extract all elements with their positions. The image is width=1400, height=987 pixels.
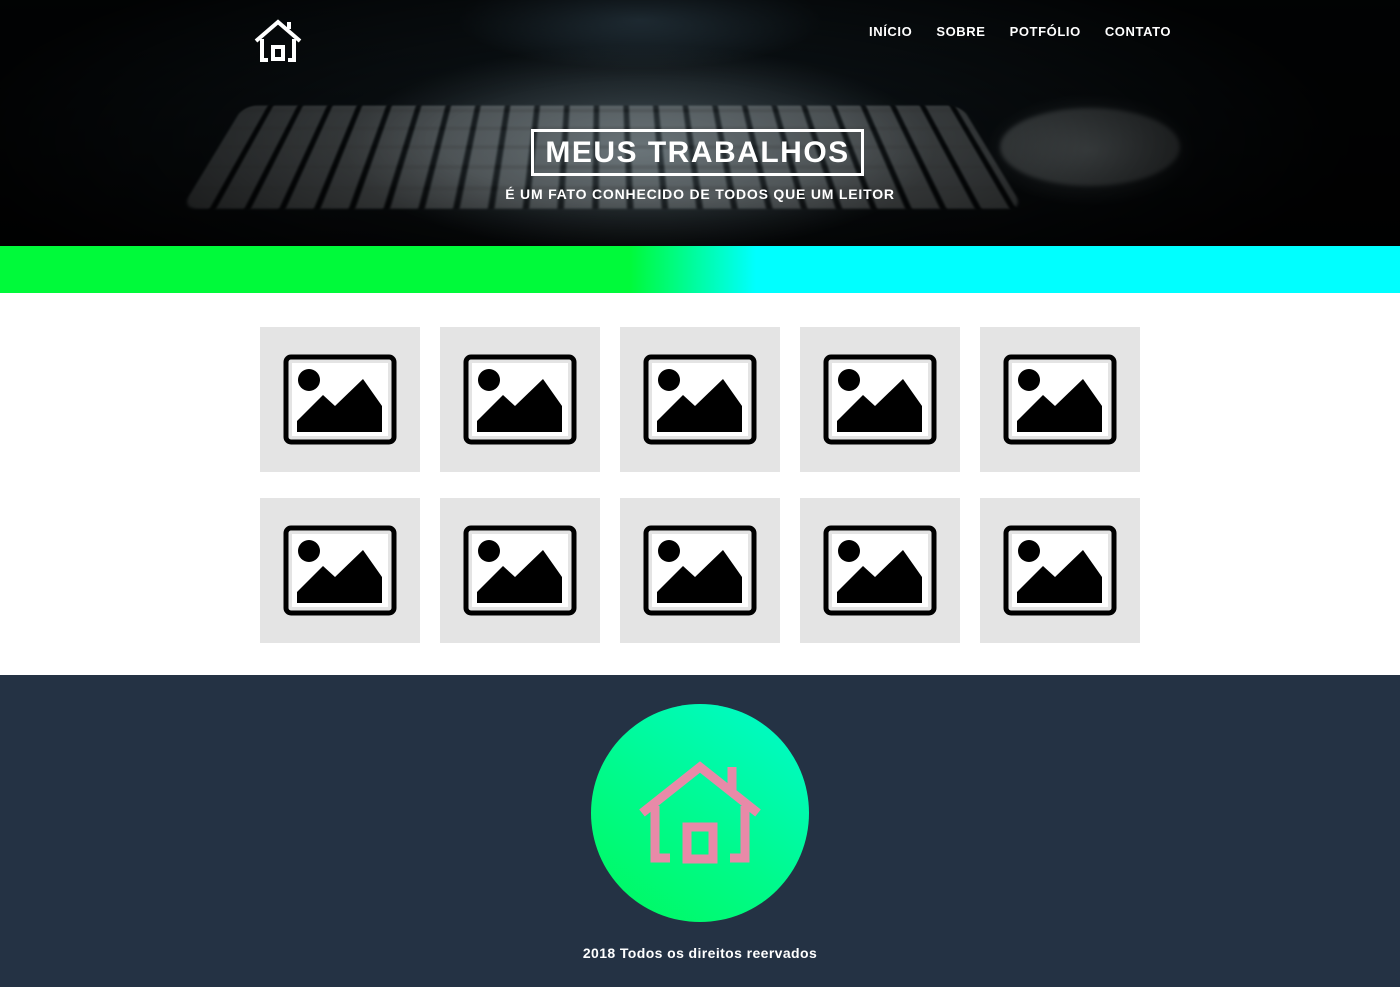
- nav-sobre[interactable]: SOBRE: [936, 24, 985, 39]
- copyright-text: 2018 Todos os direitos reervados: [0, 945, 1400, 961]
- hero-section: INÍCIO SOBRE POTFÓLIO CONTATO MEUS TRABA…: [0, 0, 1400, 246]
- house-icon[interactable]: [253, 18, 303, 63]
- footer-logo-circle[interactable]: [591, 704, 809, 922]
- nav-contato[interactable]: CONTATO: [1105, 24, 1171, 39]
- portfolio-item[interactable]: [980, 327, 1140, 472]
- image-placeholder-icon: [463, 354, 577, 445]
- portfolio-item[interactable]: [620, 498, 780, 643]
- portfolio-item[interactable]: [260, 498, 420, 643]
- image-placeholder-icon: [283, 354, 397, 445]
- house-icon: [637, 758, 763, 864]
- nav-portfolio[interactable]: POTFÓLIO: [1010, 24, 1081, 39]
- portfolio-item[interactable]: [260, 327, 420, 472]
- hero-subtitle: É UM FATO CONHECIDO DE TODOS QUE UM LEIT…: [0, 186, 1400, 202]
- portfolio-grid: [260, 327, 1140, 643]
- image-placeholder-icon: [1003, 354, 1117, 445]
- image-placeholder-icon: [463, 525, 577, 616]
- nav-inicio[interactable]: INÍCIO: [869, 24, 912, 39]
- portfolio-item[interactable]: [620, 327, 780, 472]
- portfolio-item[interactable]: [800, 327, 960, 472]
- page-title: MEUS TRABALHOS: [531, 129, 864, 176]
- gradient-divider: [0, 246, 1400, 293]
- image-placeholder-icon: [823, 525, 937, 616]
- portfolio-item[interactable]: [440, 327, 600, 472]
- footer: 2018 Todos os direitos reervados: [0, 675, 1400, 987]
- portfolio-item[interactable]: [800, 498, 960, 643]
- portfolio-item[interactable]: [980, 498, 1140, 643]
- image-placeholder-icon: [283, 525, 397, 616]
- main-nav: INÍCIO SOBRE POTFÓLIO CONTATO: [869, 24, 1195, 39]
- image-placeholder-icon: [643, 354, 757, 445]
- image-placeholder-icon: [1003, 525, 1117, 616]
- image-placeholder-icon: [823, 354, 937, 445]
- image-placeholder-icon: [643, 525, 757, 616]
- portfolio-item[interactable]: [440, 498, 600, 643]
